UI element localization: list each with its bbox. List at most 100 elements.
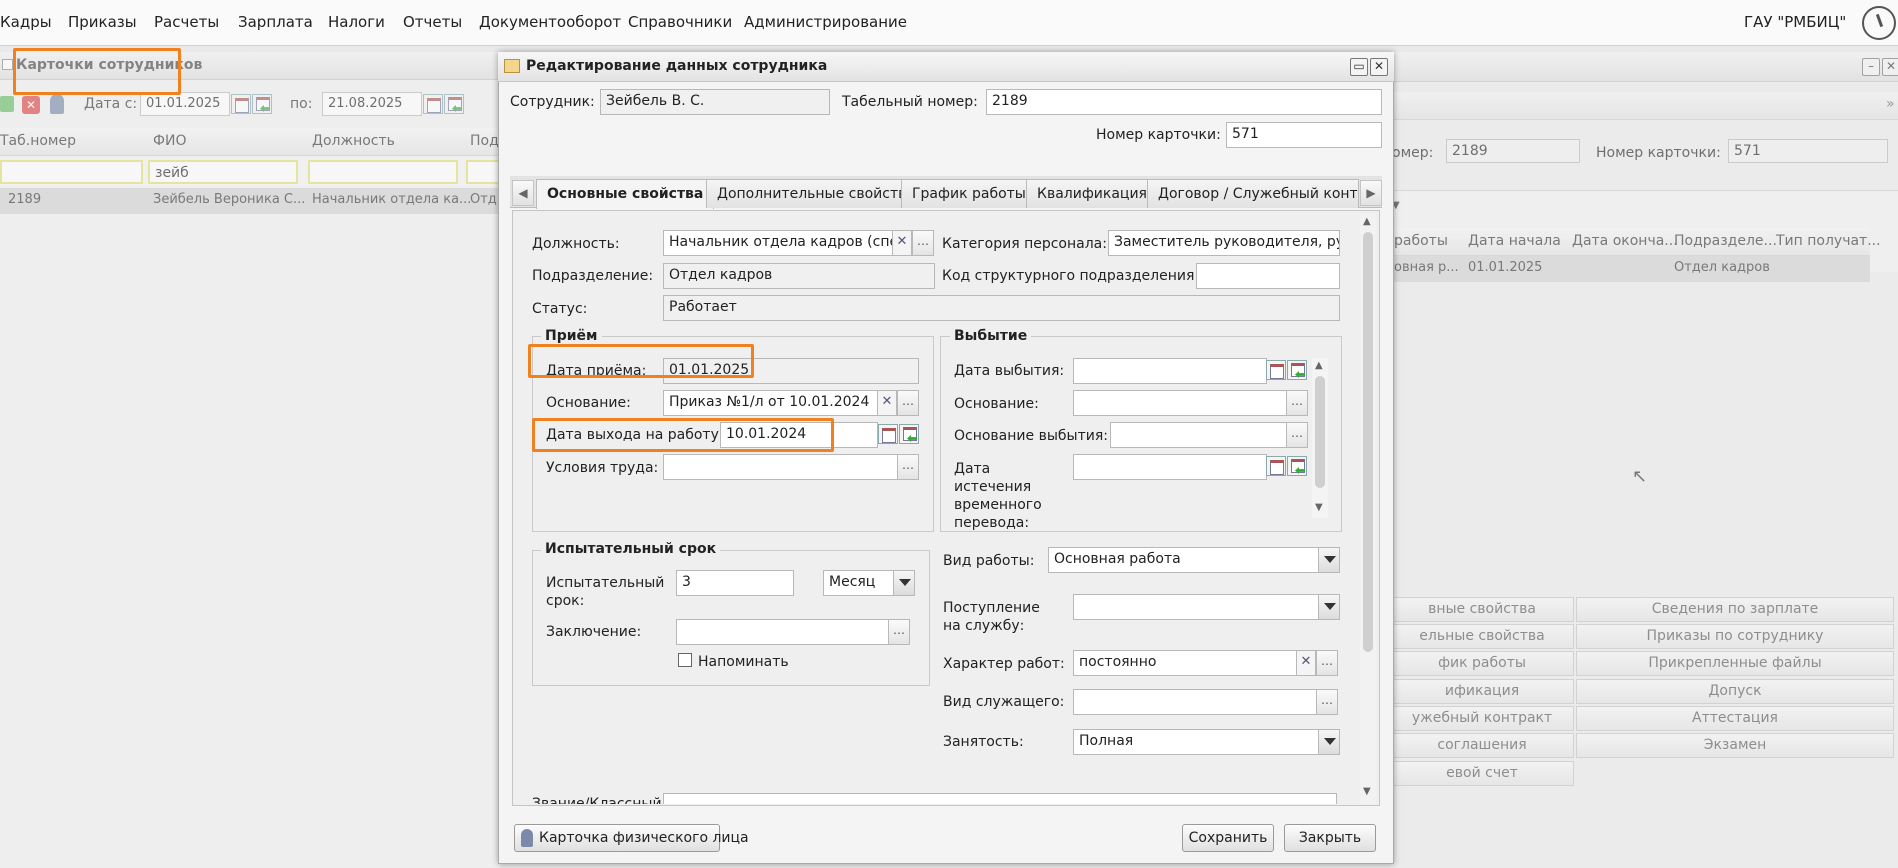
clear-icon[interactable]: ✕	[1296, 650, 1316, 676]
clear-icon[interactable]: ✕	[877, 390, 897, 416]
user-icon[interactable]	[50, 94, 64, 114]
servant-input[interactable]	[1073, 689, 1318, 715]
panel-button[interactable]: Экзамен	[1576, 733, 1894, 758]
work-type-select[interactable]: Основная работа	[1048, 547, 1320, 573]
chevron-down-icon[interactable]	[893, 570, 915, 596]
table-row[interactable]: овная р... 01.01.2025 Отдел кадров	[1390, 256, 1870, 282]
arrow-left-icon[interactable]: ◀	[512, 180, 534, 206]
panel-button[interactable]: ельные свойства	[1390, 624, 1574, 649]
clock-icon[interactable]	[1862, 6, 1896, 40]
rank-input[interactable]	[663, 793, 1337, 804]
column-header[interactable]: Дата начала	[1468, 233, 1561, 249]
leave-date-input[interactable]	[1073, 358, 1267, 384]
menu-item-dokumentooborot[interactable]: Документооборот	[479, 13, 621, 31]
leave-basis-input[interactable]	[1073, 390, 1288, 416]
panel-button[interactable]: Приказы по сотруднику	[1576, 624, 1894, 649]
tab-contract[interactable]: Договор / Служебный контракт	[1147, 179, 1359, 208]
panel-button[interactable]: Сведения по зарплате	[1576, 597, 1894, 622]
menu-item-spravochniki[interactable]: Справочники	[628, 13, 732, 31]
menu-item-zarplata[interactable]: Зарплата	[238, 13, 313, 31]
chevron-down-icon[interactable]	[1318, 547, 1340, 573]
delete-icon[interactable]: ✕	[22, 96, 40, 114]
arrow-up-icon[interactable]: ▲	[1363, 216, 1371, 227]
date-from-input[interactable]: 01.01.2025	[140, 92, 230, 116]
column-header[interactable]: Дата оконча...	[1572, 233, 1678, 249]
panel-button[interactable]: ужебный контракт	[1390, 706, 1574, 731]
column-header[interactable]: Таб.номер	[0, 133, 76, 149]
calendar-icon[interactable]	[231, 94, 251, 114]
double-chevron-right-icon[interactable]: »	[1886, 96, 1895, 112]
nature-input[interactable]: постоянно	[1073, 650, 1297, 676]
arrow-down-icon[interactable]: ▼	[1363, 786, 1371, 797]
menu-item-prikazy[interactable]: Приказы	[68, 13, 137, 31]
filter-input[interactable]: зейб	[148, 160, 298, 184]
tabnum-input[interactable]: 2189	[986, 89, 1382, 115]
ellipsis-button[interactable]: …	[1316, 650, 1338, 676]
chevron-down-icon[interactable]	[1318, 594, 1340, 620]
scroll-thumb[interactable]	[1315, 376, 1325, 488]
ellipsis-button[interactable]: …	[1286, 422, 1308, 448]
column-header[interactable]: работы	[1394, 233, 1448, 249]
chevron-down-icon[interactable]	[1318, 729, 1340, 755]
menu-item-otchety[interactable]: Отчеты	[403, 13, 462, 31]
ellipsis-button[interactable]: …	[912, 230, 934, 256]
menu-item-administrirovanie[interactable]: Администрирование	[744, 13, 907, 31]
conditions-input[interactable]	[663, 454, 899, 480]
column-header[interactable]: ФИО	[153, 133, 187, 149]
calendar-go-icon[interactable]	[252, 94, 272, 114]
remind-checkbox[interactable]	[678, 653, 692, 667]
conclusion-input[interactable]	[676, 619, 890, 645]
add-icon[interactable]	[0, 96, 14, 112]
maximize-icon[interactable]: ▭	[1350, 58, 1368, 76]
category-input[interactable]: Заместитель руководителя, рукс	[1108, 230, 1340, 256]
entry-select[interactable]	[1073, 594, 1320, 620]
date-to-input[interactable]: 21.08.2025	[322, 92, 422, 116]
menu-item-raschety[interactable]: Расчеты	[154, 13, 219, 31]
minimize-icon[interactable]: –	[1862, 58, 1880, 76]
calendar-go-icon[interactable]	[899, 424, 919, 444]
menu-item-nalogi[interactable]: Налоги	[328, 13, 385, 31]
main-scrollbar[interactable]: ▲ ▼	[1360, 214, 1376, 804]
card-input[interactable]: 571	[1226, 122, 1382, 148]
column-header[interactable]: Тип получат...	[1776, 233, 1881, 249]
calendar-go-icon[interactable]	[444, 94, 464, 114]
leave-reason-input[interactable]	[1110, 422, 1288, 448]
panel-button[interactable]: Аттестация	[1576, 706, 1894, 731]
calendar-icon[interactable]	[1266, 456, 1286, 476]
tab-qualification[interactable]: Квалификация	[1026, 179, 1158, 208]
calendar-icon[interactable]	[1266, 360, 1286, 380]
calendar-icon[interactable]	[423, 94, 443, 114]
arrow-right-icon[interactable]: ▶	[1360, 180, 1382, 206]
ellipsis-button[interactable]: …	[1286, 390, 1308, 416]
calendar-go-icon[interactable]	[1287, 360, 1307, 380]
filter-input[interactable]	[0, 160, 143, 184]
panel-button[interactable]: евой счет	[1390, 761, 1574, 786]
struct-code-input[interactable]	[1196, 263, 1340, 289]
scroll-thumb[interactable]	[1363, 232, 1373, 652]
tab-work-schedule[interactable]: График работы	[901, 179, 1037, 208]
probation-unit-select[interactable]: Месяц	[823, 570, 895, 596]
ellipsis-button[interactable]: …	[897, 390, 919, 416]
panel-button[interactable]: соглашения	[1390, 733, 1574, 758]
clear-icon[interactable]: ✕	[892, 230, 912, 256]
calendar-go-icon[interactable]	[1287, 456, 1307, 476]
close-button[interactable]: Закрыть	[1284, 824, 1376, 852]
ellipsis-button[interactable]: …	[888, 619, 910, 645]
filter-input[interactable]	[308, 160, 458, 184]
arrow-up-icon[interactable]: ▲	[1315, 360, 1323, 371]
panel-button[interactable]: ификация	[1390, 679, 1574, 704]
menu-item-kadry[interactable]: Кадры	[0, 13, 52, 31]
tab-additional-properties[interactable]: Дополнительные свойства	[706, 179, 926, 208]
save-button[interactable]: Сохранить	[1182, 824, 1274, 852]
hire-basis-input[interactable]: Приказ №1/л от 10.01.2024	[663, 390, 879, 416]
tab-main-properties[interactable]: Основные свойства	[536, 179, 715, 209]
ellipsis-button[interactable]: …	[897, 454, 919, 480]
close-icon[interactable]: ✕	[1370, 58, 1388, 76]
panel-button[interactable]: Допуск	[1576, 679, 1894, 704]
column-header[interactable]: Подразделе...	[1674, 233, 1777, 249]
panel-button[interactable]: фик работы	[1390, 651, 1574, 676]
ellipsis-button[interactable]: …	[1316, 689, 1338, 715]
arrow-down-icon[interactable]: ▼	[1315, 502, 1323, 513]
close-icon[interactable]: ✕	[1882, 58, 1898, 76]
panel-button[interactable]: вные свойства	[1390, 597, 1574, 622]
